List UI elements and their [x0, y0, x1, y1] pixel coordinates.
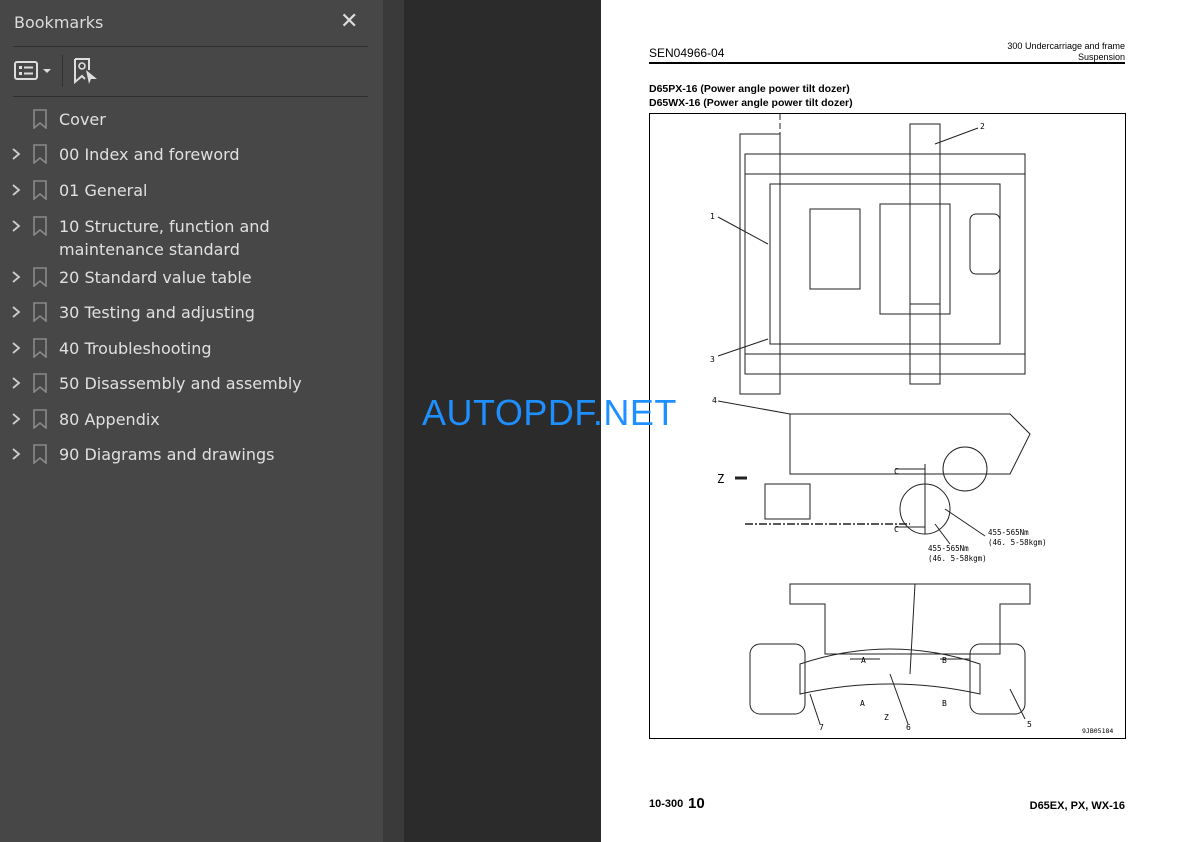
pdf-page: SEN04966-04 300 Undercarriage and frame S… — [601, 0, 1200, 842]
expand-chevron-icon[interactable] — [10, 145, 22, 163]
footer-model: D65EX, PX, WX-16 — [1029, 800, 1125, 812]
torque-spec: 455-565Nm — [988, 528, 1029, 537]
expand-chevron-icon[interactable] — [10, 181, 22, 199]
header-rule — [649, 62, 1125, 64]
callout-5: 5 — [1027, 720, 1032, 729]
section-header: 300 Undercarriage and frame Suspension — [1007, 41, 1125, 63]
bookmarks-panel: Bookmarks ✕ Cover 00 Index and foreword 01… — [0, 0, 383, 842]
torque-spec-kgm: (46. 5-58kgm) — [988, 538, 1047, 547]
bookmark-label: 90 Diagrams and drawings — [59, 445, 275, 464]
bookmark-label: 20 Standard value table — [59, 268, 252, 287]
bookmark-label: 50 Disassembly and assembly — [59, 374, 302, 393]
torque-spec: 455-565Nm — [928, 544, 969, 553]
bookmark-icon — [33, 444, 47, 464]
expand-chevron-icon[interactable] — [10, 303, 22, 321]
view-z-label: Z — [884, 713, 889, 722]
bookmark-icon — [33, 180, 47, 200]
bookmark-icon — [33, 144, 47, 164]
find-bookmark-icon — [74, 58, 97, 85]
callout-7: 7 — [819, 723, 824, 732]
bookmark-label: 40 Troubleshooting — [59, 339, 212, 358]
bookmark-label: 80 Appendix — [59, 410, 160, 429]
section-a-label: A — [860, 699, 865, 708]
close-icon[interactable]: ✕ — [340, 9, 358, 34]
panel-splitter[interactable] — [383, 0, 778, 842]
bookmark-icon — [33, 216, 47, 236]
section-c-label: C — [894, 467, 899, 476]
find-current-bookmark-button[interactable] — [73, 57, 99, 85]
bookmark-icon — [33, 409, 47, 429]
side-view-drawing — [717, 400, 1031, 545]
bookmark-icon — [33, 373, 47, 393]
bookmark-label: 01 General — [59, 181, 148, 200]
section-line1: 300 Undercarriage and frame — [1007, 41, 1125, 51]
view-z-label: Z — [717, 472, 724, 486]
section-b-label: B — [942, 656, 947, 665]
toolbar-separator — [62, 55, 63, 87]
expand-chevron-icon[interactable] — [10, 217, 22, 235]
bookmark-label: Cover — [59, 110, 106, 129]
expand-chevron-icon[interactable] — [10, 374, 22, 392]
bookmark-label: 10 Structure, function and maintenance s… — [59, 217, 270, 259]
list-view-icon — [14, 61, 51, 80]
rear-view-drawing — [749, 583, 1031, 725]
footer-page-number: 10 — [688, 795, 705, 812]
bookmark-icon — [33, 302, 47, 322]
section-a-label: A — [861, 656, 866, 665]
figure-id: 9JB05184 — [1082, 727, 1113, 735]
divider — [13, 46, 368, 47]
divider — [13, 96, 368, 97]
technical-drawing: 1 2 3 4 Z C C 455-565Nm (46. 5-58kgm) 45… — [649, 113, 1126, 739]
list-view-options-button[interactable] — [14, 60, 54, 82]
bookmark-icon — [33, 109, 47, 129]
footer-page-code: 10-300 — [649, 798, 684, 810]
title-wx: D65WX-16 (Power angle power tilt dozer) — [649, 97, 853, 109]
bookmark-icon — [33, 338, 47, 358]
callout-3: 3 — [710, 355, 715, 364]
callout-1: 1 — [710, 212, 715, 221]
section-c-label: C — [894, 525, 899, 534]
callout-4: 4 — [712, 396, 717, 405]
title-px: D65PX-16 (Power angle power tilt dozer) — [649, 83, 850, 95]
expand-chevron-icon[interactable] — [10, 339, 22, 357]
panel-title: Bookmarks — [14, 13, 104, 32]
expand-chevron-icon[interactable] — [10, 410, 22, 428]
watermark: AUTOPDF.NET — [422, 392, 677, 433]
torque-spec-kgm: (46. 5-58kgm) — [928, 554, 987, 563]
bookmark-label: 00 Index and foreword — [59, 145, 240, 164]
callout-2: 2 — [980, 122, 985, 131]
expand-chevron-icon[interactable] — [10, 268, 22, 286]
top-view-drawing — [717, 114, 1026, 395]
expand-chevron-icon[interactable] — [10, 445, 22, 463]
bookmark-icon — [33, 267, 47, 287]
section-b-label: B — [942, 699, 947, 708]
callout-6: 6 — [906, 723, 911, 732]
bookmark-label: 30 Testing and adjusting — [59, 303, 255, 322]
doc-number: SEN04966-04 — [649, 46, 725, 60]
